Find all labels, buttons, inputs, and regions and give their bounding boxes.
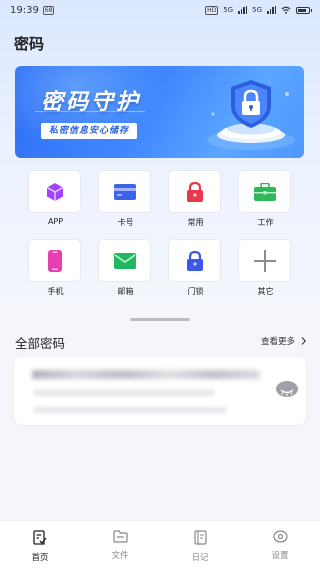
category-label: 卡号 <box>117 218 134 227</box>
status-badge: 68 <box>42 5 55 15</box>
blurred-password-detail <box>34 407 226 413</box>
bottom-nav: 首页 文件 日记 设置 <box>0 520 320 569</box>
nav-settings[interactable]: 设置 <box>240 521 320 569</box>
nav-label: 文件 <box>111 551 129 561</box>
status-bar: 19:39 68 HD 5G 5G <box>0 0 320 20</box>
password-card[interactable] <box>14 357 306 425</box>
diary-icon <box>193 530 207 545</box>
door-lock-icon <box>186 250 203 271</box>
section-title: 全部密码 <box>15 336 66 351</box>
category-label: 手机 <box>47 287 64 296</box>
network-5g-label-2: 5G <box>252 6 262 14</box>
mail-icon <box>113 252 136 269</box>
briefcase-icon <box>253 182 276 201</box>
category-app[interactable]: APP <box>28 170 83 226</box>
phone-icon <box>47 249 62 272</box>
nav-label: 日记 <box>191 553 209 563</box>
nav-home[interactable]: 首页 <box>0 521 80 569</box>
category-label: 常用 <box>187 218 204 227</box>
blurred-password-entry <box>32 370 260 379</box>
lock-icon <box>186 181 203 202</box>
card-icon <box>113 183 136 200</box>
view-more-link[interactable]: 查看更多 <box>261 335 306 347</box>
plus-icon <box>253 249 276 272</box>
blurred-password-detail <box>34 390 214 396</box>
settings-icon <box>272 530 288 543</box>
reveal-eye-icon[interactable] <box>276 381 298 397</box>
page-title: 密码 <box>14 35 45 53</box>
banner-title: 密码守护 <box>41 90 142 115</box>
category-work[interactable]: 工作 <box>238 170 293 228</box>
category-label: 邮箱 <box>117 287 134 296</box>
view-more-label: 查看更多 <box>260 337 295 347</box>
category-phone[interactable]: 手机 <box>28 239 83 297</box>
hd-badge: HD <box>205 5 219 15</box>
app-cube-icon <box>46 182 63 201</box>
category-label: 门锁 <box>187 287 204 296</box>
category-mail[interactable]: 邮箱 <box>98 239 153 297</box>
signal-icon <box>238 6 248 14</box>
status-time: 19:39 <box>10 4 39 16</box>
category-other[interactable]: 其它 <box>238 239 293 297</box>
network-5g-label: 5G <box>223 6 234 14</box>
banner-subtitle: 私密信息安心储存 <box>41 123 138 139</box>
folder-icon <box>112 530 128 543</box>
category-door-lock[interactable]: 门锁 <box>168 239 223 297</box>
category-label: 工作 <box>257 218 274 227</box>
category-card[interactable]: 卡号 <box>98 170 153 228</box>
sheet-drag-handle[interactable] <box>130 318 190 321</box>
category-label: 其它 <box>257 287 274 296</box>
shield-lock-illustration <box>207 80 295 150</box>
nav-label: 设置 <box>271 551 289 561</box>
wifi-icon <box>281 6 291 14</box>
category-label: APP <box>47 217 64 226</box>
battery-icon <box>296 6 312 14</box>
promo-banner[interactable]: 密码守护 私密信息安心储存 <box>15 66 304 158</box>
chevron-right-icon <box>301 337 306 345</box>
category-common[interactable]: 常用 <box>168 170 223 228</box>
nav-files[interactable]: 文件 <box>80 521 160 569</box>
home-icon <box>33 530 47 545</box>
signal-icon-2 <box>267 6 276 14</box>
nav-label: 首页 <box>31 553 49 563</box>
nav-diary[interactable]: 日记 <box>160 521 240 569</box>
